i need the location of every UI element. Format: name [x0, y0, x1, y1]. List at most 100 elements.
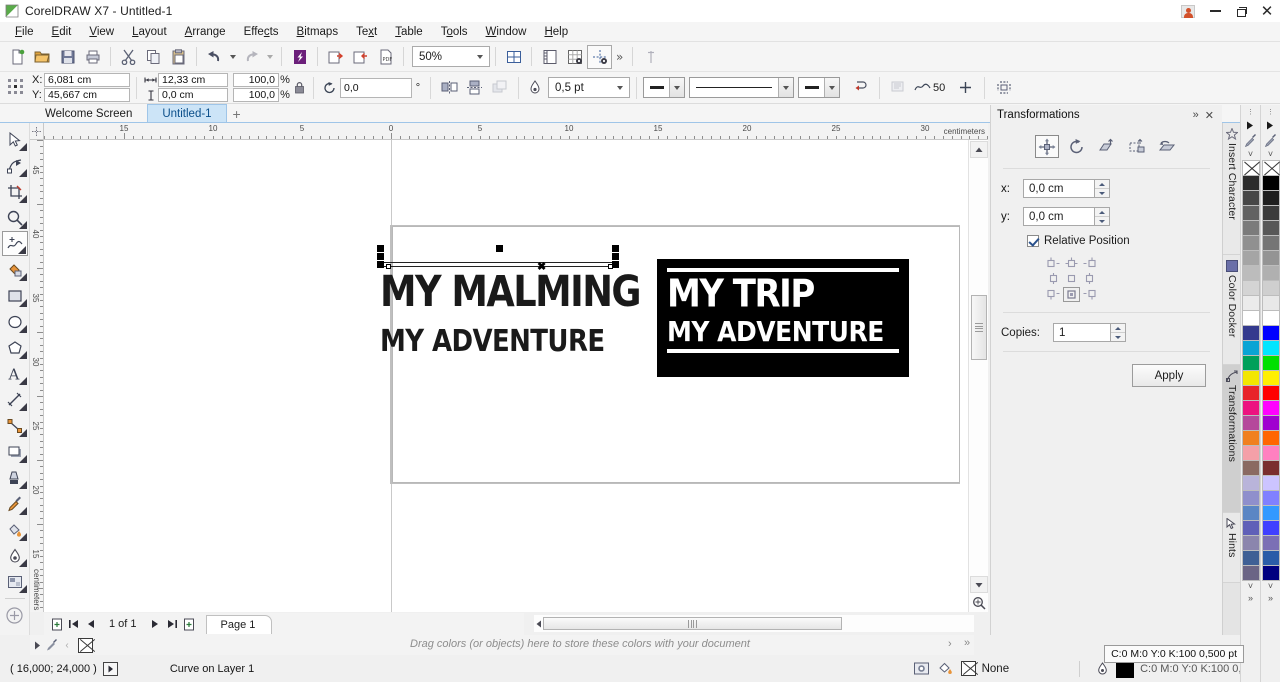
palette-expand-icon[interactable] [30, 641, 44, 650]
user-account-icon[interactable] [1174, 1, 1202, 21]
redo-button[interactable] [239, 45, 264, 69]
apply-button[interactable]: Apply [1132, 364, 1206, 387]
text-tool[interactable]: A [2, 361, 28, 386]
anchor-middle-right[interactable] [1081, 271, 1098, 286]
color-swatch[interactable] [1261, 370, 1280, 386]
color-swatch[interactable] [1241, 385, 1260, 401]
menu-window[interactable]: Window [477, 23, 536, 41]
publish-to-pdf-button[interactable]: PDF [373, 45, 398, 69]
color-swatch[interactable] [1241, 505, 1260, 521]
palette-eyedropper-icon[interactable] [44, 639, 60, 651]
interactive-fill-tool[interactable] [2, 517, 28, 542]
selection-handle[interactable] [612, 261, 619, 268]
scroll-up-button[interactable] [969, 141, 988, 158]
drop-shadow-tool[interactable] [2, 439, 28, 464]
color-swatch[interactable] [1261, 565, 1280, 581]
pick-tool[interactable] [2, 127, 28, 152]
restore-icon[interactable] [1228, 1, 1254, 21]
copies-spinner[interactable] [1111, 323, 1126, 342]
selection-handle[interactable] [377, 245, 384, 252]
docker-tab-hints[interactable]: Hints [1223, 513, 1241, 583]
color-swatch[interactable] [1261, 175, 1280, 191]
copies-field[interactable]: 1 [1053, 323, 1111, 342]
palette-more-icon[interactable]: » [1262, 592, 1280, 604]
outline-tool[interactable] [2, 543, 28, 568]
vertical-ruler[interactable]: centimeters 45 40 35 30 25 20 15 [30, 140, 44, 612]
snap-to-button[interactable] [638, 45, 663, 69]
color-swatch[interactable] [1241, 265, 1260, 281]
chevron-double-right-icon[interactable]: » [1193, 109, 1199, 121]
add-page-before-icon[interactable] [48, 615, 65, 633]
palette-scroll-down-icon[interactable]: ˅ [1242, 580, 1260, 592]
minimize-icon[interactable] [1202, 1, 1228, 21]
color-swatch[interactable] [1241, 565, 1260, 581]
chevron-left-icon[interactable]: ‹ [60, 640, 74, 651]
docker-y-spinner[interactable] [1095, 207, 1110, 226]
anchor-top-center[interactable] [1063, 255, 1080, 270]
docker-x-spinner[interactable] [1095, 179, 1110, 198]
status-expand-button[interactable] [102, 661, 118, 676]
fill-tool[interactable] [2, 569, 28, 594]
position-tab[interactable] [1034, 135, 1059, 158]
color-swatch[interactable] [1261, 265, 1280, 281]
color-swatch[interactable] [1241, 220, 1260, 236]
menu-bitmaps[interactable]: Bitmaps [288, 23, 348, 41]
canvas-horizontal-scrollbar[interactable] [534, 615, 974, 632]
color-swatch[interactable] [1241, 370, 1260, 386]
transparency-tool[interactable] [2, 465, 28, 490]
object-origin-grid-icon[interactable] [8, 78, 26, 97]
color-swatch[interactable] [1261, 385, 1280, 401]
import-button[interactable] [323, 45, 348, 69]
show-rulers-button[interactable] [537, 45, 562, 69]
color-palette-column-2[interactable]: ⋮ ˅ ˅» [1260, 105, 1280, 682]
line-style-combo[interactable] [689, 77, 794, 98]
convert-outline-to-object-icon[interactable] [991, 76, 1016, 100]
docker-tab-color-docker[interactable]: Color Docker [1223, 255, 1241, 365]
menu-text[interactable]: Text [347, 23, 386, 41]
color-swatch[interactable] [1261, 505, 1280, 521]
docker-tab-transformations[interactable]: Transformations [1223, 365, 1241, 513]
no-color-x-icon[interactable] [1261, 160, 1280, 176]
close-curve-icon[interactable] [953, 76, 978, 100]
color-swatch[interactable] [1261, 220, 1280, 236]
selection-handle[interactable] [612, 245, 619, 252]
color-swatch[interactable] [1241, 535, 1260, 551]
show-grid-button[interactable] [562, 45, 587, 69]
color-swatch[interactable] [1261, 520, 1280, 536]
new-document-button[interactable] [5, 45, 30, 69]
rotation-center-icon[interactable]: ✖ [537, 260, 546, 273]
color-palette-column-1[interactable]: ⋮ ˅ ˅» [1240, 105, 1260, 682]
anchor-middle-left[interactable] [1045, 271, 1062, 286]
menu-file[interactable]: FFileile [6, 23, 43, 41]
docker-y-field[interactable]: 0,0 cm [1023, 207, 1095, 226]
canvas-vertical-scrollbar[interactable] [968, 140, 988, 612]
shape-tool[interactable] [2, 153, 28, 178]
new-document-tab-button[interactable]: + [227, 105, 247, 122]
rotation-angle-field[interactable]: 0,0 [340, 77, 412, 98]
position-y-field[interactable]: 45,667 cm [44, 88, 130, 102]
menu-layout[interactable]: Layout [123, 23, 176, 41]
scale-mirror-tab[interactable] [1095, 135, 1119, 158]
ellipse-tool[interactable] [2, 309, 28, 334]
mirror-horizontal-icon[interactable] [437, 76, 462, 100]
palette-scroll-up-icon[interactable]: ˅ [1242, 148, 1260, 160]
color-swatch[interactable] [1241, 430, 1260, 446]
close-icon[interactable]: ✕ [1254, 1, 1280, 21]
color-swatch[interactable] [1241, 445, 1260, 461]
parallel-dimension-tool[interactable] [2, 387, 28, 412]
palette-dropdown-icon[interactable] [1262, 118, 1280, 132]
artwork-left-selected[interactable]: MY MALMING MY ADVENTURE [372, 254, 642, 378]
position-x-field[interactable]: 6,081 cm [44, 73, 130, 87]
scrollbar-thumb[interactable] [971, 295, 987, 360]
paste-button[interactable] [166, 45, 191, 69]
palette-eyedropper-icon[interactable] [1262, 132, 1280, 148]
chevron-down-icon[interactable] [778, 78, 793, 97]
export-button[interactable] [348, 45, 373, 69]
color-swatch[interactable] [1261, 235, 1280, 251]
color-swatch[interactable] [1261, 295, 1280, 311]
color-swatch[interactable] [1261, 475, 1280, 491]
close-icon[interactable]: ✕ [1205, 109, 1214, 122]
color-swatch[interactable] [1241, 460, 1260, 476]
scale-vertical-field[interactable]: 100,0 [233, 88, 279, 102]
add-page-after-icon[interactable] [181, 615, 198, 633]
